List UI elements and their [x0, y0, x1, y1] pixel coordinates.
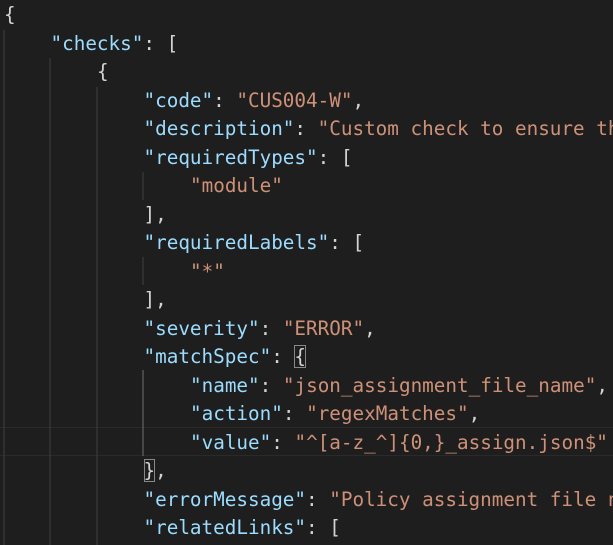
punctuation: : [ [143, 31, 179, 55]
punctuation: : [259, 316, 283, 340]
code-line[interactable]: "description": "Custom check to ensure t… [144, 115, 613, 144]
punctuation: : [282, 402, 307, 425]
code-line[interactable]: "errorMessage": "Policy assignment file … [144, 486, 613, 515]
punctuation: : [ [317, 145, 353, 169]
punctuation: : [ [306, 516, 341, 539]
punctuation: { [4, 3, 16, 26]
json-key: "requiredTypes" [143, 145, 318, 169]
json-string: "json_assignment_file_name" [282, 373, 597, 397]
json-key: "relatedLinks" [143, 516, 307, 539]
code-line[interactable]: "severity": "ERROR", [144, 315, 376, 344]
punctuation: : [259, 373, 283, 397]
punctuation: , [352, 88, 365, 112]
bracket-match: { [294, 345, 307, 368]
json-string: "regexMatches" [306, 402, 469, 425]
code-line[interactable]: "action": "regexMatches", [190, 400, 480, 429]
code-line[interactable]: "checks": [ [51, 30, 179, 59]
punctuation: : [213, 88, 237, 112]
json-string: "^[a-z_^]{0,}_assign.json$" [294, 430, 608, 454]
json-key: "description" [143, 117, 295, 140]
punctuation: ], [143, 202, 167, 226]
punctuation: , [468, 402, 481, 425]
bracket-match: } [143, 459, 156, 482]
json-string: "ERROR" [282, 316, 365, 340]
json-key: "action" [190, 402, 283, 425]
json-key: "severity" [143, 316, 260, 340]
code-line[interactable]: { [4, 1, 16, 30]
punctuation: : [294, 117, 318, 140]
punctuation: , [364, 316, 376, 340]
code-line[interactable]: }, [143, 457, 167, 486]
code-line[interactable]: "*" [190, 258, 225, 287]
code-line[interactable]: "module" [190, 172, 283, 201]
code-line[interactable]: ], [144, 286, 167, 315]
punctuation: { [97, 60, 109, 83]
json-string: "module" [190, 174, 283, 197]
json-string: "Custom check to ensure th [317, 117, 613, 140]
punctuation: ], [143, 288, 167, 311]
punctuation: : [271, 345, 295, 368]
code-line[interactable]: ], [144, 201, 167, 230]
code-line[interactable]: "value": "^[a-z_^]{0,}_assign.json$" [190, 429, 608, 458]
punctuation: : [271, 430, 295, 454]
json-key: "code" [143, 88, 214, 112]
json-key: "requiredLabels" [143, 231, 330, 254]
json-key: "checks" [50, 31, 144, 55]
punctuation: , [155, 459, 167, 482]
code-line[interactable]: "name": "json_assignment_file_name", [190, 372, 608, 401]
json-key: "name" [190, 373, 260, 397]
code-editor[interactable]: {"checks": [{"code": "CUS004-W", "descrip… [0, 0, 613, 545]
code-line[interactable]: "code": "CUS004-W", [144, 87, 365, 116]
code-line[interactable]: { [97, 58, 109, 87]
json-string: "*" [190, 259, 225, 283]
code-line[interactable]: "requiredLabels": [ [144, 229, 365, 258]
punctuation: : [306, 487, 330, 511]
json-key: "matchSpec" [143, 345, 272, 368]
json-string: "Policy assignment file n [329, 487, 613, 511]
indent-guides [3, 30, 144, 545]
code-line[interactable]: "relatedLinks": [ [144, 514, 341, 543]
json-key: "value" [190, 430, 272, 454]
code-line[interactable]: "requiredTypes": [ [144, 144, 353, 173]
json-string: "CUS004-W" [236, 88, 353, 112]
code-line[interactable]: "matchSpec": { [144, 343, 307, 372]
punctuation: : [ [329, 231, 365, 254]
json-key: "errorMessage" [143, 487, 307, 511]
punctuation: , [596, 373, 608, 397]
